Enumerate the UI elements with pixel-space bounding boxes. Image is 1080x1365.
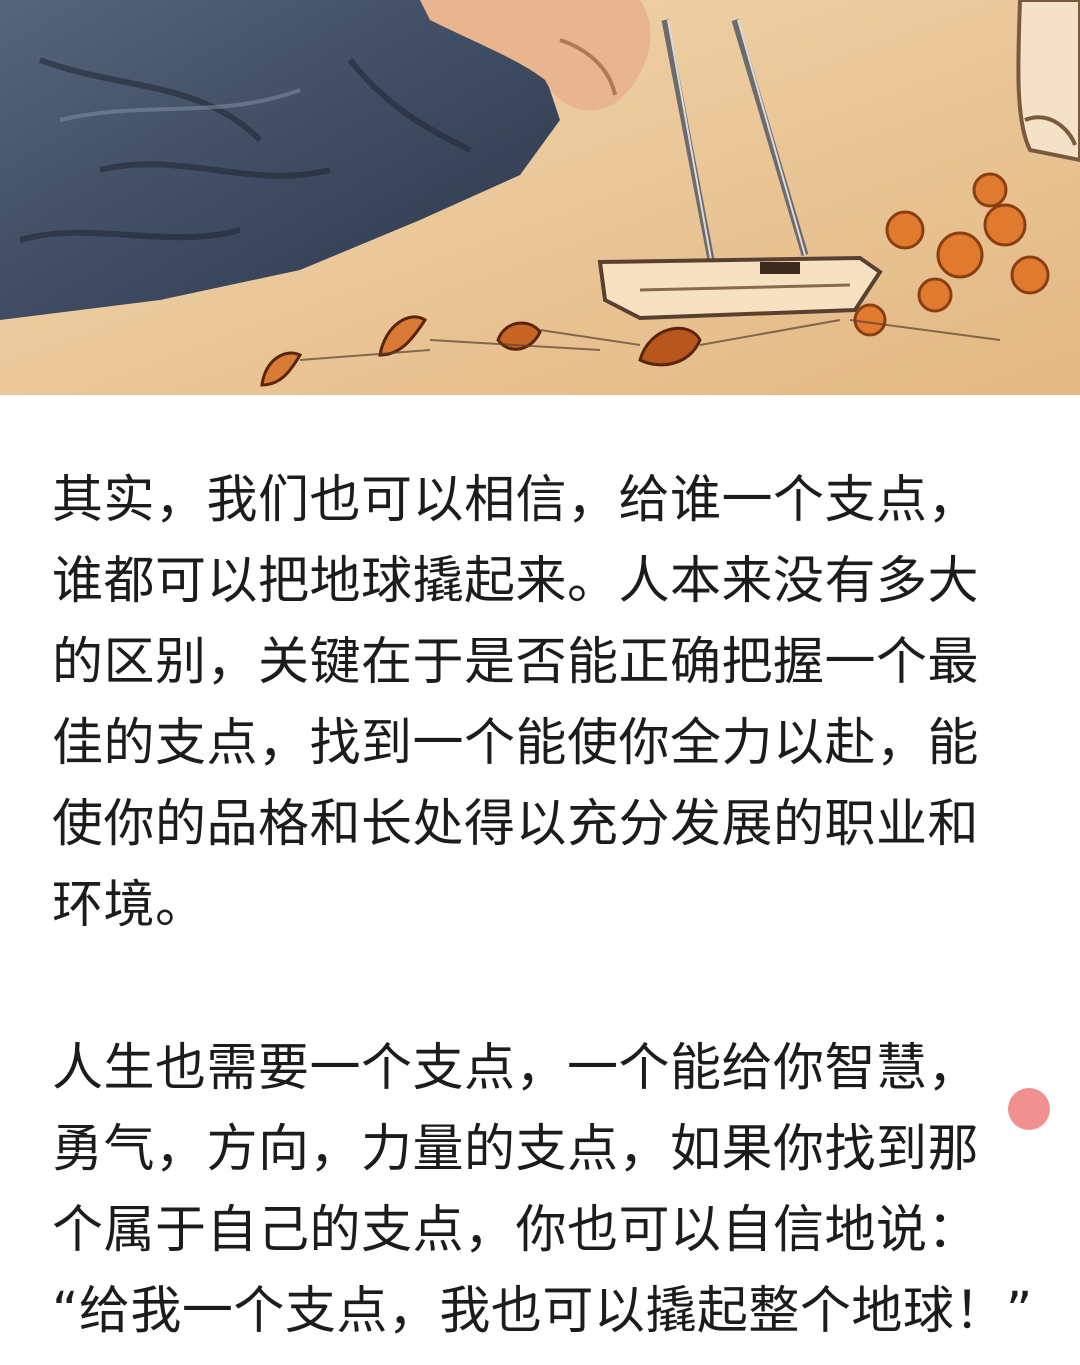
- text-line: 使你的品格和长处得以充分发展的职业和: [52, 795, 980, 854]
- page: 其实，我们也可以相信，给谁一个支点， 谁都可以把地球撬起来。人本来没有多大 的区…: [0, 0, 1080, 1365]
- text-line: 个属于自己的支点，你也可以自信地说：: [52, 1201, 980, 1260]
- text-line: 其实，我们也可以相信，给谁一个支点，: [52, 471, 980, 530]
- article-body: 其实，我们也可以相信，给谁一个支点， 谁都可以把地球撬起来。人本来没有多大 的区…: [52, 460, 1042, 1352]
- floating-action-dot[interactable]: [1008, 1088, 1050, 1130]
- text-line: 环境。: [52, 876, 207, 935]
- paragraph-1: 其实，我们也可以相信，给谁一个支点， 谁都可以把地球撬起来。人本来没有多大 的区…: [52, 460, 1042, 946]
- text-line: 人生也需要一个支点，一个能给你智慧，: [52, 1039, 980, 1098]
- illustration-art: [0, 0, 1080, 395]
- text-line: 的区别，关键在于是否能正确把握一个最: [52, 633, 980, 692]
- text-line: “给我一个支点，我也可以撬起整个地球！”: [52, 1282, 1033, 1341]
- text-line: 谁都可以把地球撬起来。人本来没有多大: [52, 552, 980, 611]
- text-line: 佳的支点，找到一个能使你全力以赴，能: [52, 714, 980, 773]
- paragraph-2: 人生也需要一个支点，一个能给你智慧， 勇气，方向，力量的支点，如果你找到那 个属…: [52, 1028, 1042, 1352]
- text-line: 勇气，方向，力量的支点，如果你找到那: [52, 1120, 980, 1179]
- hero-illustration: [0, 0, 1080, 395]
